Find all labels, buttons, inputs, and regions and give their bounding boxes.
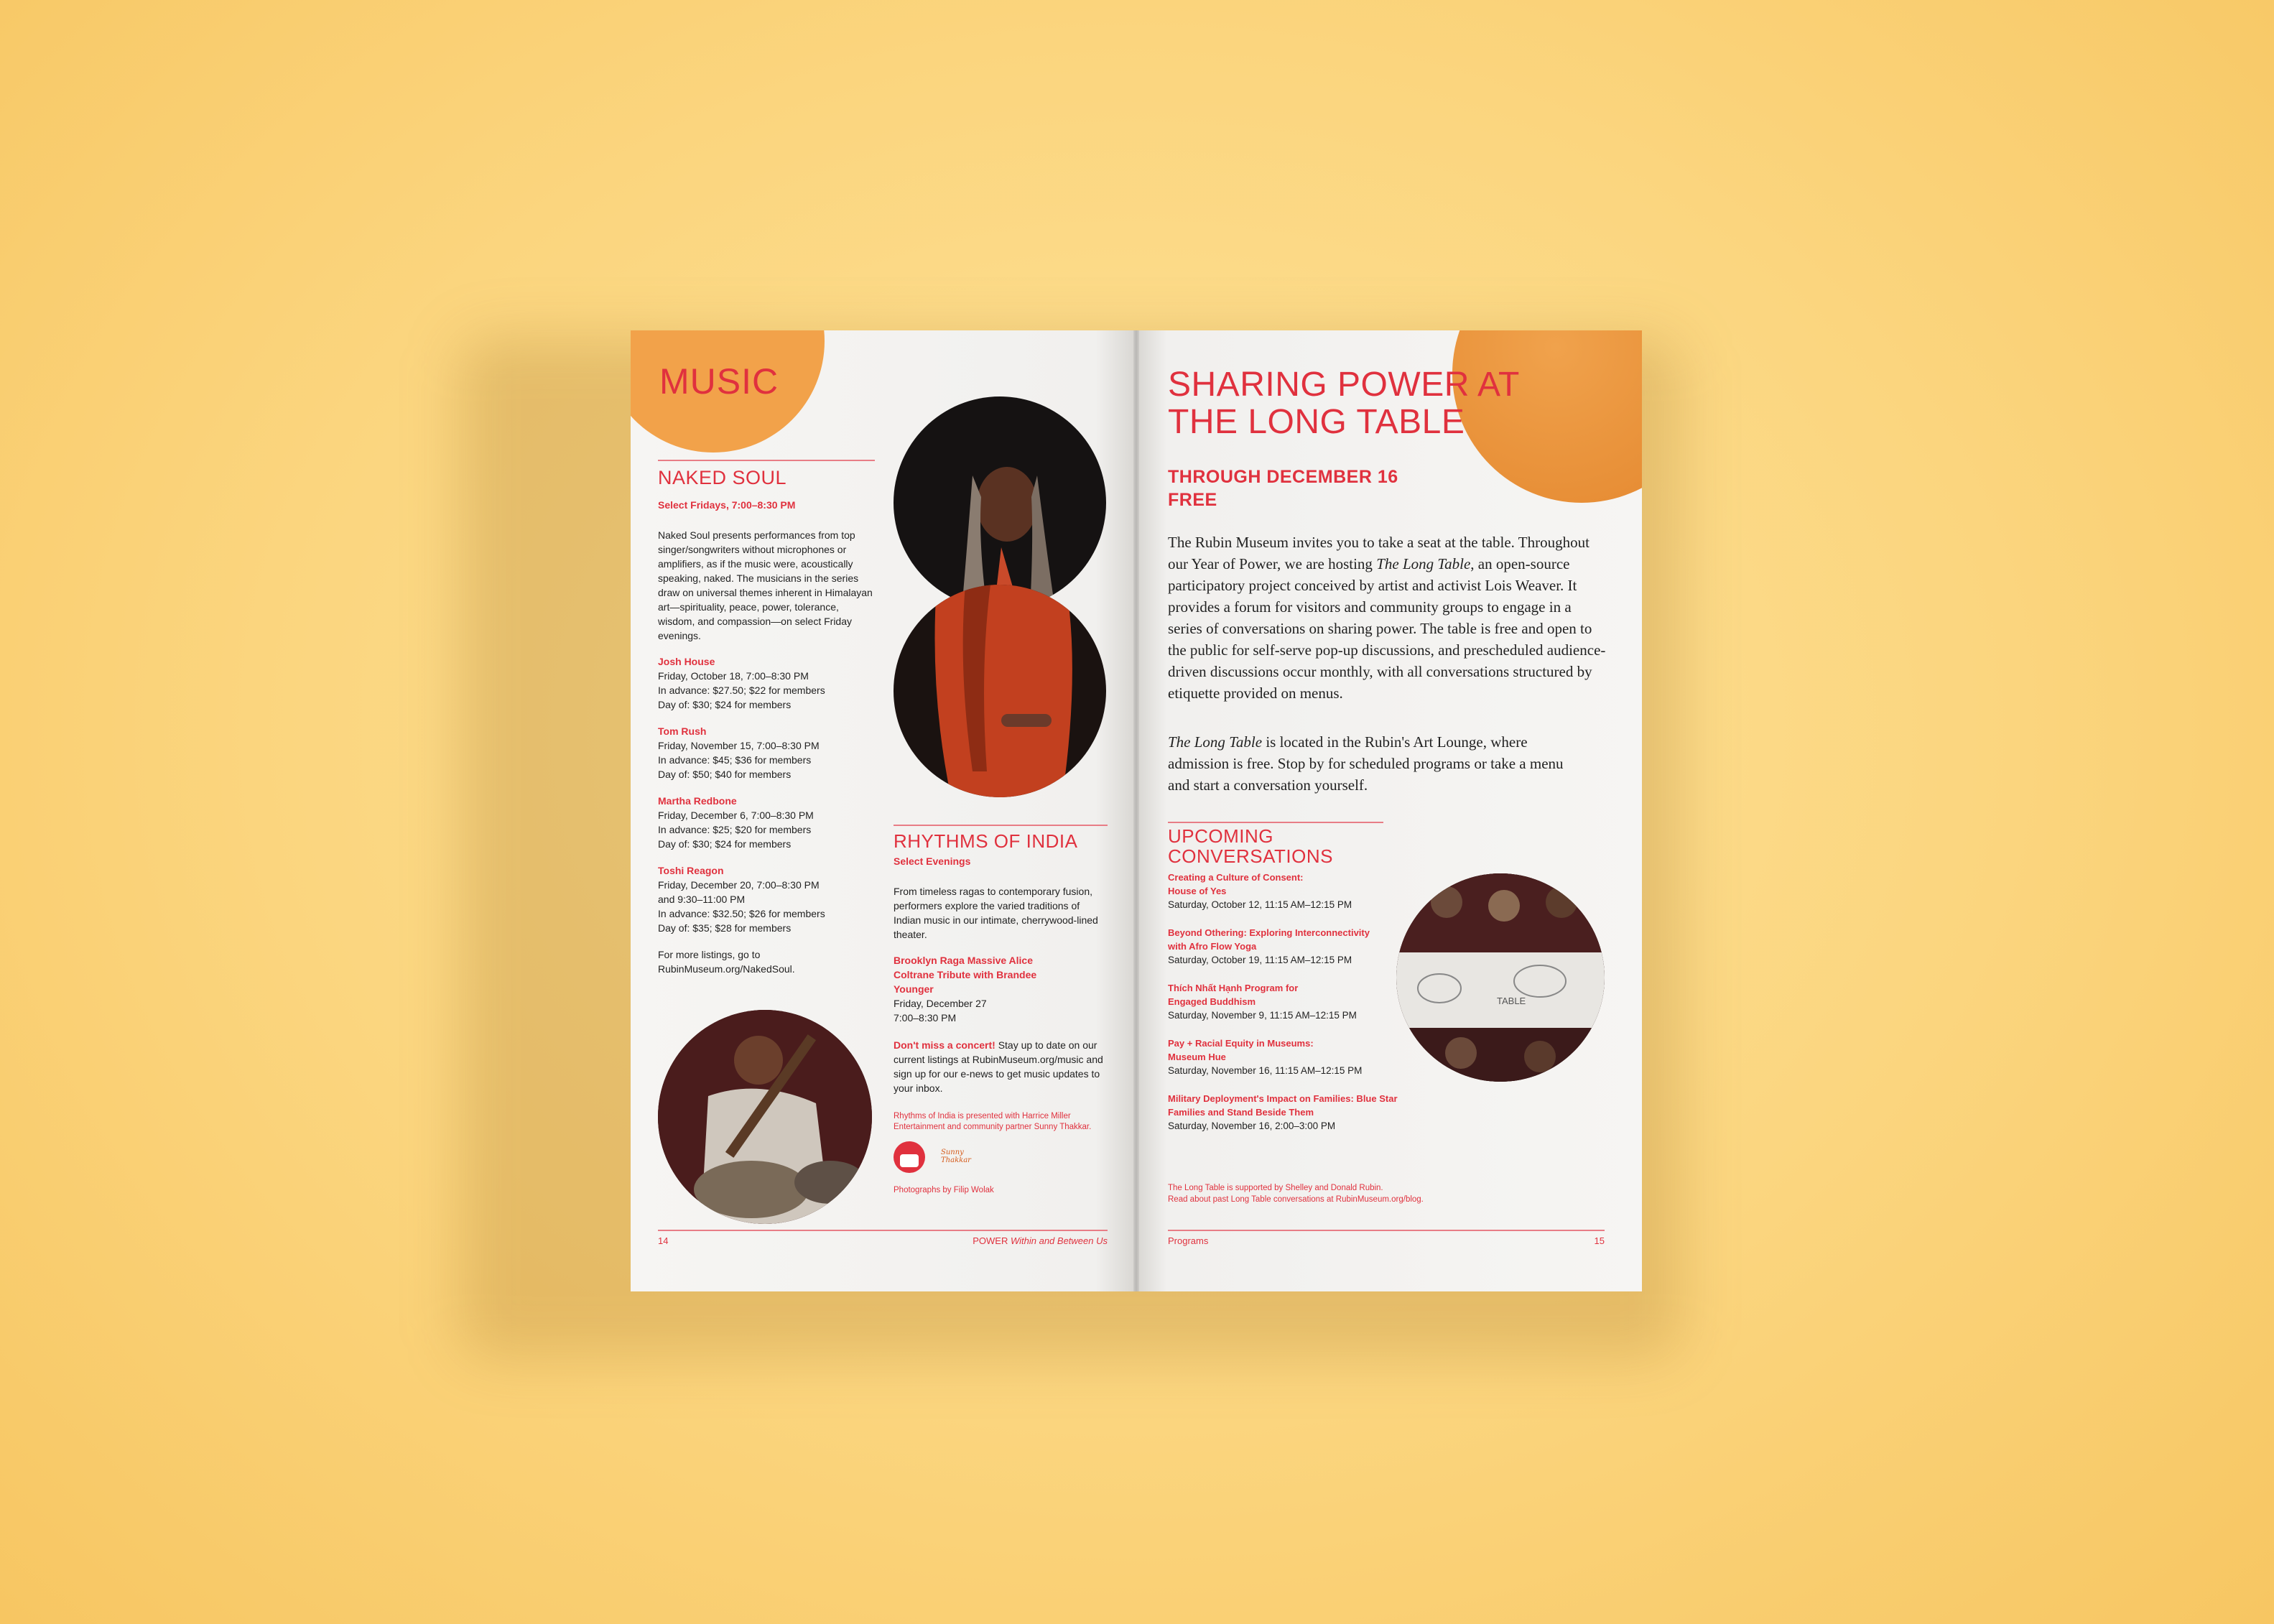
support-note: The Long Table is supported by Shelley a…: [1168, 1184, 1424, 1204]
section-label: Programs: [1168, 1235, 1209, 1246]
page-number: 15: [1594, 1235, 1605, 1246]
conversation-item: Military Deployment's Impact on Families…: [1168, 1093, 1398, 1131]
partner-logo-text: Sunny Thakkar: [941, 1149, 971, 1164]
rhythms-event-name: Brooklyn Raga Massive Alice Coltrane Tri…: [894, 955, 1037, 995]
upcoming-column: UPCOMING CONVERSATIONS Creating a Cultur…: [1168, 822, 1398, 1147]
open-brochure: MUSIC NAKED SOUL Select Fridays, 7:00–8:…: [631, 330, 1642, 1291]
divider: [658, 460, 875, 461]
right-footer: Programs 15: [1168, 1230, 1605, 1253]
event-tom-rush: Tom Rush Friday, November 15, 7:00–8:30 …: [658, 725, 820, 780]
page-title: SHARING POWER AT THE LONG TABLE: [1168, 366, 1519, 441]
section-title: MUSIC: [659, 361, 779, 402]
table-label: TABLE: [1497, 996, 1526, 1006]
divider: [894, 825, 1108, 826]
event-martha-redbone: Martha Redbone Friday, December 6, 7:00–…: [658, 795, 814, 850]
concert-cta: Don't miss a concert! Stay up to date on…: [894, 1039, 1103, 1094]
rhythms-column: RHYTHMS OF INDIA Select Evenings From ti…: [894, 825, 1108, 1194]
rhythms-credit: Rhythms of India is presented with Harri…: [894, 1112, 1092, 1131]
naked-soul-description: Naked Soul presents performances from to…: [658, 529, 873, 641]
more-listings-link[interactable]: For more listings, go to RubinMuseum.org…: [658, 947, 816, 976]
intro-paragraph: The Rubin Museum invites you to take a s…: [1168, 534, 1606, 702]
price-line: FREE: [1168, 490, 1217, 510]
rhythms-heading: RHYTHMS OF INDIA: [894, 830, 1078, 852]
conversation-item: Creating a Culture of Consent: House of …: [1168, 872, 1352, 910]
booklet-title: POWER Within and Between Us: [973, 1235, 1108, 1246]
naked-soul-subheading: Select Fridays, 7:00–8:30 PM: [658, 499, 796, 511]
singer-photo-top: [894, 396, 1106, 609]
conversation-item: Beyond Othering: Exploring Interconnecti…: [1168, 927, 1370, 965]
singer-photo-bottom: [894, 585, 1106, 797]
rhythms-subheading: Select Evenings: [894, 855, 971, 867]
partner-logos: Sunny Thakkar: [894, 1141, 1108, 1173]
date-line: THROUGH DECEMBER 16: [1168, 467, 1398, 487]
conversation-item: Pay + Racial Equity in Museums: Museum H…: [1168, 1038, 1363, 1076]
event-toshi-reagon: Toshi Reagon Friday, December 20, 7:00–8…: [658, 865, 825, 934]
upcoming-heading: UPCOMING CONVERSATIONS: [1168, 825, 1333, 867]
rhythms-description: From timeless ragas to contemporary fusi…: [894, 886, 1098, 940]
long-table-photo: TABLE: [1396, 873, 1605, 1082]
partner-logo-icon: [894, 1141, 925, 1173]
sitar-player-photo: [658, 1010, 872, 1224]
right-page: SHARING POWER AT THE LONG TABLE THROUGH …: [1136, 330, 1642, 1291]
center-fold: [1133, 330, 1139, 1291]
naked-soul-heading: NAKED SOUL: [658, 467, 787, 488]
photo-credit: Photographs by Filip Wolak: [894, 1186, 994, 1194]
left-footer: 14 POWER Within and Between Us: [658, 1230, 1108, 1253]
conversation-item: Thích Nhất Hạnh Program for Engaged Budd…: [1168, 983, 1357, 1021]
event-josh-house: Josh House Friday, October 18, 7:00–8:30…: [658, 656, 825, 710]
left-page: MUSIC NAKED SOUL Select Fridays, 7:00–8:…: [631, 330, 1136, 1291]
page-number: 14: [658, 1235, 669, 1246]
location-paragraph: The Long Table is located in the Rubin's…: [1168, 733, 1564, 794]
naked-soul-column: NAKED SOUL Select Fridays, 7:00–8:30 PM …: [658, 460, 875, 976]
